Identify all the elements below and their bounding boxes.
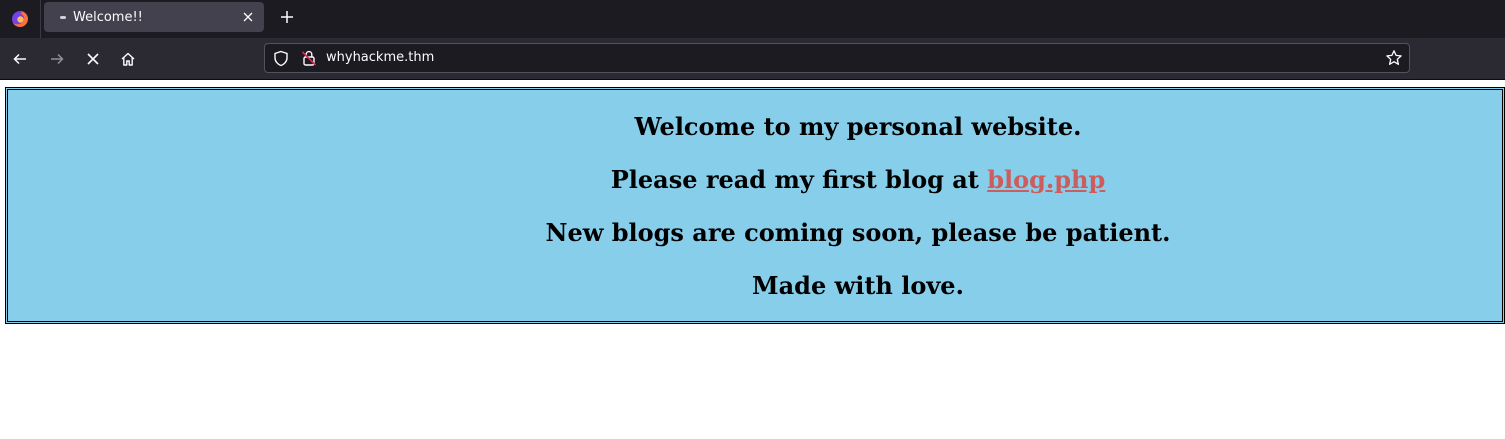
home-icon	[121, 52, 135, 66]
stop-x-icon	[87, 53, 99, 65]
new-tab-button[interactable]	[274, 4, 300, 30]
firefox-logo-icon[interactable]	[0, 0, 41, 38]
plus-icon	[281, 11, 293, 23]
shield-icon[interactable]	[273, 50, 289, 67]
made-with-love-text: Made with love.	[752, 271, 964, 300]
url-bar[interactable]: whyhackme.thm	[264, 43, 1410, 73]
tab-strip: Welcome!!	[0, 0, 1505, 38]
home-button[interactable]	[115, 46, 141, 72]
welcome-heading: Welcome to my personal website.	[634, 112, 1082, 141]
arrow-right-icon	[51, 53, 64, 65]
stop-button[interactable]	[80, 46, 106, 72]
welcome-banner: Welcome to my personal website. Please r…	[5, 87, 1505, 324]
forward-button[interactable]	[44, 46, 70, 72]
coming-soon-text: New blogs are coming soon, please be pat…	[545, 218, 1171, 247]
tab-title: Welcome!!	[73, 9, 143, 25]
url-text[interactable]: whyhackme.thm	[326, 50, 434, 65]
blog-pointer-text: Please read my first blog at blog.php	[8, 165, 1505, 194]
tab-welcome[interactable]: Welcome!!	[44, 2, 264, 32]
back-button[interactable]	[7, 46, 33, 72]
blog-pointer-label: Please read my first blog at	[610, 165, 988, 194]
page-favicon-icon	[60, 15, 66, 19]
insecure-lock-icon[interactable]	[301, 49, 317, 67]
star-icon[interactable]	[1385, 49, 1403, 67]
arrow-left-icon	[13, 53, 26, 65]
navigation-toolbar: whyhackme.thm	[0, 38, 1505, 80]
blog-link[interactable]: blog.php	[987, 165, 1105, 194]
close-icon[interactable]	[238, 7, 258, 27]
page-content: Welcome to my personal website. Please r…	[0, 80, 1505, 439]
